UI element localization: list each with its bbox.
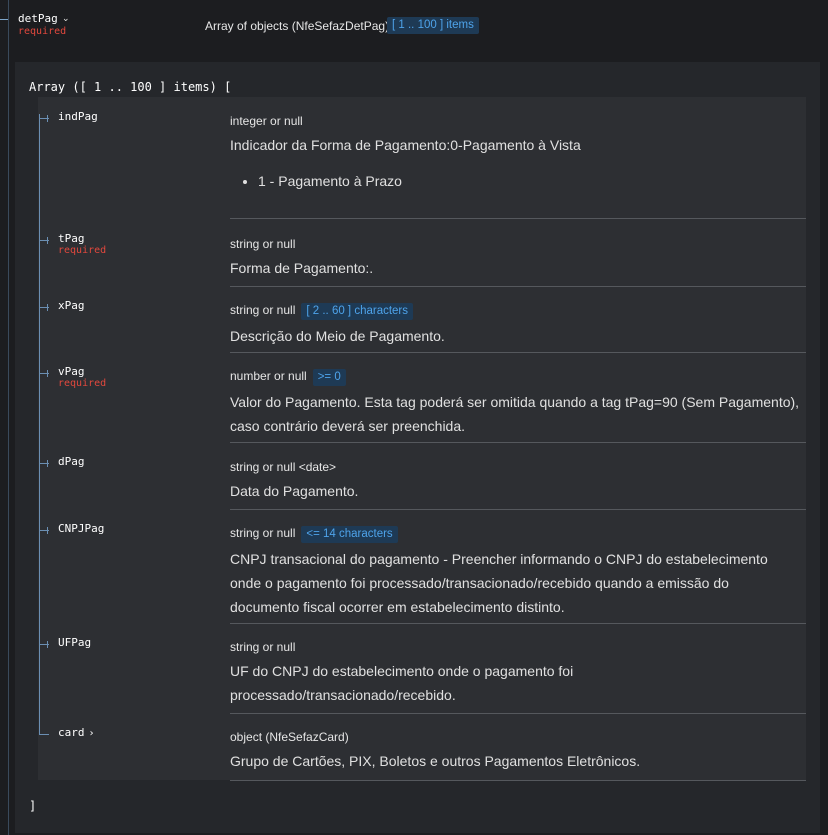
field-details: number or null >= 0 Valor do Pagamento. E…	[230, 368, 800, 438]
field-type: string or null	[230, 640, 296, 654]
field-type: string or null	[230, 237, 296, 251]
field-details: string or null <date> Data do Pagamento.	[230, 459, 800, 503]
divider	[230, 218, 806, 219]
field-details: string or null Forma de Pagamento:.	[230, 236, 800, 280]
field-name-card[interactable]: card ›	[58, 726, 95, 739]
field-type: object (NfeSefazCard)	[230, 730, 349, 744]
field-type: string or null	[230, 526, 296, 540]
tree-connector	[0, 19, 8, 20]
field-details: object (NfeSefazCard) Grupo de Cartões, …	[230, 729, 800, 773]
field-type: string or null <date>	[230, 460, 337, 474]
field-description: Grupo de Cartões, PIX, Boletos e outros …	[230, 753, 641, 769]
divider	[230, 623, 806, 624]
divider	[230, 780, 806, 781]
required-label: required	[58, 378, 107, 389]
chevron-down-icon[interactable]: ⌄	[62, 13, 70, 24]
array-open-label: Array ([ 1 .. 100 ] items) [	[29, 80, 232, 94]
field-details: string or null <= 14 characters CNPJ tran…	[230, 525, 800, 619]
divider	[230, 509, 806, 510]
field-description: Descrição do Meio de Pagamento.	[230, 328, 445, 344]
divider	[230, 286, 806, 287]
divider	[230, 352, 806, 353]
array-close-label: ]	[29, 799, 37, 813]
constraint-badge: [ 2 .. 60 ] characters	[301, 303, 414, 320]
field-name-detpag[interactable]: detPag	[18, 12, 58, 25]
tree-line-root	[8, 0, 9, 835]
constraint-badge: [ 1 .. 100 ] items	[387, 17, 479, 34]
field-name: vPag	[58, 365, 85, 378]
field-row-detpag: detPag ⌄ required Array of objects (NfeS…	[0, 0, 828, 62]
field-name: CNPJPag	[58, 522, 105, 535]
field-name: tPag	[58, 232, 85, 245]
field-description: Indicador da Forma de Pagamento:0-Pagame…	[230, 137, 581, 153]
constraint-badge: >= 0	[312, 369, 346, 386]
field-type: string or null	[230, 303, 296, 317]
field-type: Array of objects (NfeSefazDetPag)	[205, 19, 390, 33]
divider	[230, 442, 806, 443]
field-name: xPag	[58, 299, 85, 312]
field-name: UFPag	[58, 636, 92, 649]
field-name: indPag	[58, 110, 98, 123]
field-details: string or null [ 2 .. 60 ] characters Des…	[230, 302, 800, 348]
field-details: integer or null Indicador da Forma de Pa…	[230, 113, 800, 193]
field-type: integer or null	[230, 114, 303, 128]
required-label: required	[58, 245, 107, 256]
field-description: CNPJ transacional do pagamento - Preench…	[230, 551, 768, 615]
constraint-badge: <= 14 characters	[301, 526, 398, 543]
field-type: number or null	[230, 369, 307, 383]
divider	[230, 713, 806, 714]
description-list: 1 - Pagamento à Prazo	[230, 169, 800, 193]
field-details: string or null UF do CNPJ do estabelecim…	[230, 639, 800, 707]
chevron-right-icon[interactable]: ›	[89, 728, 95, 739]
field-description: Forma de Pagamento:.	[230, 260, 374, 276]
field-description: Data do Pagamento.	[230, 483, 359, 499]
required-label: required	[18, 26, 67, 37]
tree-line	[39, 114, 40, 734]
field-description: Valor do Pagamento. Esta tag poderá ser …	[230, 394, 800, 434]
field-name: dPag	[58, 455, 85, 468]
list-item: 1 - Pagamento à Prazo	[258, 169, 800, 193]
field-description: UF do CNPJ do estabelecimento onde o pag…	[230, 663, 574, 703]
tree-connector	[39, 734, 49, 735]
